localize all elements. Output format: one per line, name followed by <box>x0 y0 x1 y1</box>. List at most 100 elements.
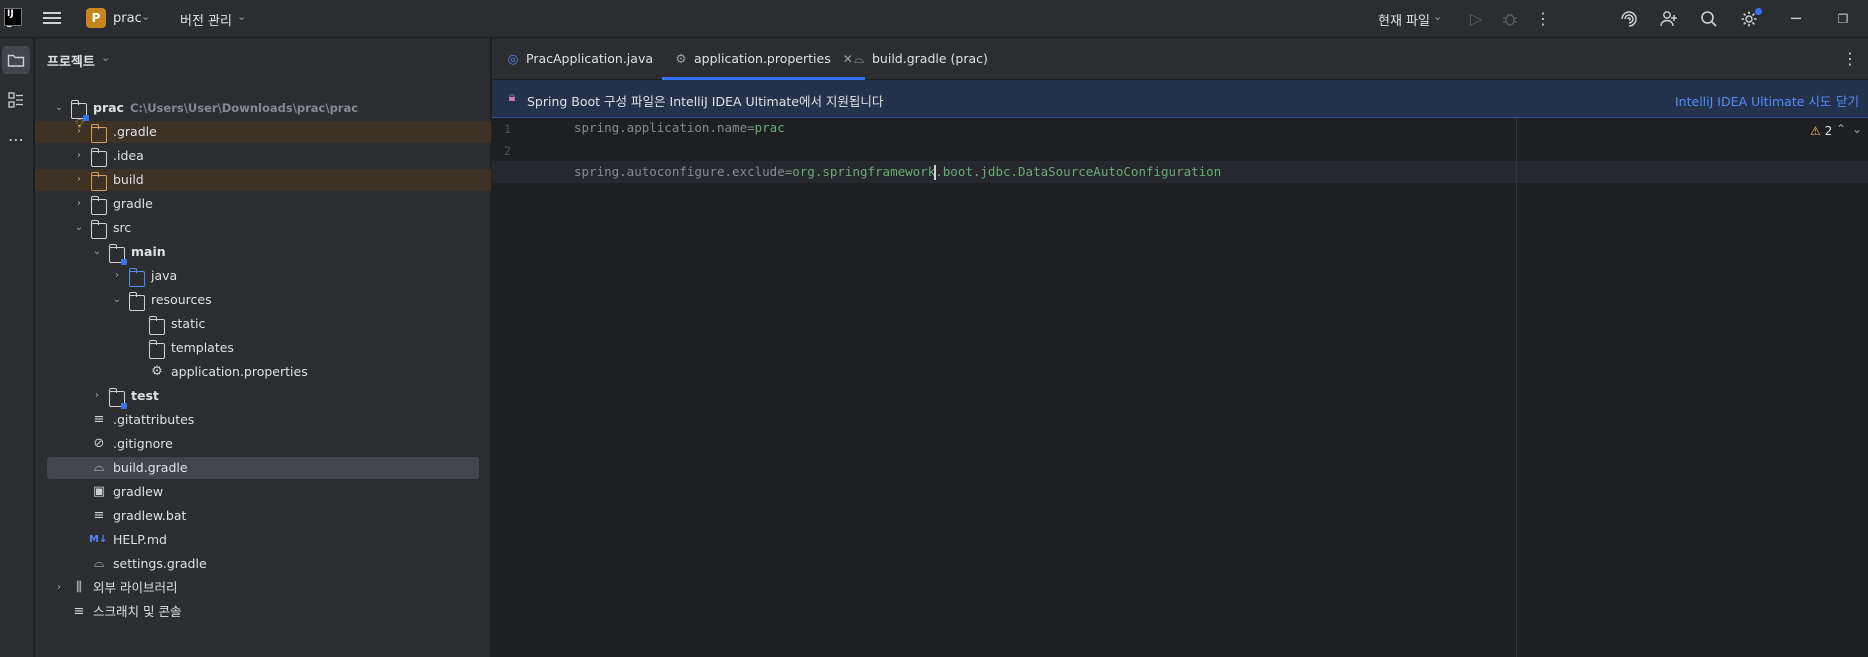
chevron-down-icon[interactable]: ⌄ <box>1433 10 1442 23</box>
folder-icon <box>90 220 107 239</box>
chevron-down-icon[interactable]: ⌄ <box>111 289 123 311</box>
chevron-down-icon[interactable]: ⌄ <box>141 10 150 23</box>
tab-build-gradle[interactable]: ⌓ build.gradle (prac) <box>852 38 988 80</box>
chevron-right-icon[interactable]: › <box>73 169 85 191</box>
property-key: spring.autoconfigure.exclude= <box>574 164 793 179</box>
folder-icon <box>90 172 107 191</box>
gradle-icon: ⌓ <box>93 556 105 571</box>
code-line[interactable]: spring.autoconfigure.exclude=org.springf… <box>574 164 1221 180</box>
vertical-dots-icon[interactable]: ⋮ <box>1532 8 1554 30</box>
tree-item-help-md[interactable]: M↓ HELP.md <box>47 529 479 551</box>
tree-item-java[interactable]: › java <box>47 265 479 287</box>
try-ultimate-link[interactable]: IntelliJ IDEA Ultimate 시도 <box>1675 91 1831 110</box>
chevron-right-icon[interactable]: › <box>91 385 103 407</box>
tree-item-gitattributes[interactable]: ≡ .gitattributes <box>47 409 479 431</box>
property-value: .boot.jdbc.DataSourceAutoConfiguration <box>935 164 1222 179</box>
close-banner-link[interactable]: 닫기 <box>1836 91 1859 110</box>
chevron-right-icon[interactable]: › <box>53 577 65 599</box>
more-tools-icon[interactable]: ⋯ <box>2 126 30 154</box>
tree-item-application-properties[interactable]: ⚙ application.properties <box>47 361 479 383</box>
chevron-down-icon[interactable]: ⌄ <box>53 97 65 119</box>
ai-assistant-icon[interactable] <box>1618 8 1640 30</box>
tree-item-main[interactable]: ⌄ main <box>47 241 479 265</box>
tree-item-build-gradle[interactable]: ⌓ build.gradle <box>47 457 479 479</box>
folder-icon <box>148 340 165 359</box>
java-class-icon: ◎ <box>507 51 519 66</box>
project-folder-icon[interactable] <box>2 46 30 74</box>
restore-icon[interactable]: ❐ <box>1832 8 1854 30</box>
code-line[interactable]: spring.application.name=prac <box>574 120 785 135</box>
minimize-icon[interactable]: ─ <box>1785 8 1807 30</box>
title-bar: IJ _ P prac ⌄ 버전 관리 ⌄ 현재 파일 ⌄ ▷ ⋮ ─ ❐ <box>0 0 1868 38</box>
bug-icon[interactable] <box>1499 8 1521 30</box>
tree-item-label: 외부 라이브러리 <box>93 580 178 595</box>
tree-item-templates[interactable]: templates <box>47 337 479 359</box>
tree-item-label: .gitignore <box>113 436 173 451</box>
intellij-logo-icon[interactable]: IJ _ <box>4 8 22 28</box>
inspection-widget[interactable]: ⚠ 2 <box>1810 124 1832 138</box>
tree-item-dot-gradle[interactable]: › .gradle <box>35 121 491 143</box>
chevron-down-icon[interactable]: ⌄ <box>101 51 110 64</box>
inspection-nav-arrows[interactable]: ⌃⌄ <box>1836 122 1868 136</box>
tab-application-properties[interactable]: ⚙ application.properties ✕ <box>662 38 865 80</box>
project-panel-title[interactable]: 프로젝트 <box>47 51 95 70</box>
code-area[interactable]: spring.application.name=prac spring.auto… <box>492 118 1868 657</box>
play-icon[interactable]: ▷ <box>1465 8 1487 30</box>
tree-item-label: gradlew <box>113 484 164 499</box>
source-folder-icon <box>128 268 145 287</box>
search-icon[interactable] <box>1698 8 1720 30</box>
tree-item-settings-gradle[interactable]: ⌓ settings.gradle <box>47 553 479 575</box>
structure-icon[interactable] <box>2 86 30 114</box>
chevron-right-icon[interactable]: › <box>73 193 85 215</box>
line-gutter: 1 2 3 <box>492 118 554 657</box>
chevron-right-icon[interactable]: › <box>73 145 85 167</box>
chevron-down-icon[interactable]: ⌄ <box>91 241 103 263</box>
tree-item-resources[interactable]: ⌄ resources <box>47 289 479 311</box>
chevron-right-icon[interactable]: › <box>111 265 123 287</box>
tree-item-scratches[interactable]: ≡ 스크래치 및 콘솔 <box>47 601 479 623</box>
chevron-down-icon[interactable]: ⌄ <box>73 217 85 239</box>
notification-banner: 🔒︎ Spring Boot 구성 파일은 IntelliJ IDEA Ulti… <box>492 80 1868 118</box>
tree-item-label: build.gradle <box>113 460 188 475</box>
tree-item-src[interactable]: ⌄ src <box>47 217 479 239</box>
tree-item-label: 스크래치 및 콘솔 <box>93 604 182 619</box>
tree-item-gradlew[interactable]: ▣ gradlew <box>47 481 479 503</box>
property-value: prac <box>754 120 785 135</box>
tree-item-label: application.properties <box>171 364 308 379</box>
lightbulb-icon[interactable]: 💡︎ <box>75 117 87 133</box>
library-icon: ⫼ <box>76 580 82 595</box>
tab-label: build.gradle (prac) <box>872 51 988 66</box>
ignore-file-icon: ⊘ <box>93 436 105 451</box>
tree-item-label: prac <box>93 100 124 115</box>
tree-item-external-libraries[interactable]: › ⫼ 외부 라이브러리 <box>47 577 479 599</box>
tree-item-static[interactable]: static <box>47 313 479 335</box>
vertical-dots-icon[interactable]: ⋮ <box>1842 49 1858 68</box>
tree-item-label: main <box>131 244 166 259</box>
tree-item-build[interactable]: › build <box>35 169 491 191</box>
add-user-icon[interactable] <box>1658 8 1680 30</box>
lock-icon: 🔒︎ <box>508 90 516 105</box>
tool-window-strip: ⋯ <box>0 38 34 657</box>
project-badge[interactable]: P <box>86 8 106 28</box>
vcs-menu[interactable]: 버전 관리 <box>180 10 232 29</box>
markdown-icon: M↓ <box>89 534 108 545</box>
tree-item-gradlew-bat[interactable]: ≡ gradlew.bat <box>47 505 479 527</box>
tree-item-gitignore[interactable]: ⊘ .gitignore <box>47 433 479 455</box>
project-panel: 프로젝트 ⌄ ⌄ prac C:\Users\User\Downloads\pra… <box>35 38 491 657</box>
tree-item-path: C:\Users\User\Downloads\prac\prac <box>129 101 359 115</box>
tree-item-gradle[interactable]: › gradle <box>47 193 479 215</box>
hamburger-icon[interactable] <box>43 9 61 27</box>
tab-prac-application-java[interactable]: ◎ PracApplication.java <box>506 38 653 80</box>
module-folder-icon <box>108 244 127 265</box>
chevron-down-icon[interactable]: ⌄ <box>237 10 246 23</box>
tree-item-test[interactable]: › test <box>47 385 479 409</box>
tree-item-prac[interactable]: ⌄ prac C:\Users\User\Downloads\prac\prac <box>47 97 479 121</box>
run-config-selector[interactable]: 현재 파일 <box>1378 10 1430 29</box>
folder-icon <box>148 316 165 335</box>
tree-item-idea[interactable]: › .idea <box>47 145 479 167</box>
tree-item-label: .idea <box>113 148 144 163</box>
tree-item-label: build <box>113 172 144 187</box>
resources-folder-icon <box>128 292 145 311</box>
tree-item-label: test <box>131 388 159 403</box>
project-name[interactable]: prac <box>113 11 142 26</box>
